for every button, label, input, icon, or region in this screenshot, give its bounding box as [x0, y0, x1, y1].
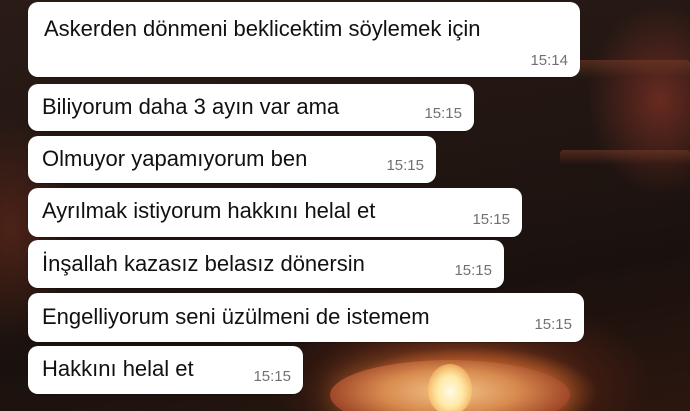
message-text: Engelliyorum seni üzülmeni de istemem	[42, 304, 430, 329]
message-text: Askerden dönmeni beklicektim söylemek iç…	[44, 16, 481, 41]
message-timestamp: 15:15	[534, 316, 572, 333]
message-timestamp: 15:15	[424, 105, 462, 122]
message-timestamp: 15:14	[530, 52, 568, 69]
message-bubble[interactable]: İnşallah kazasız belasız dönersin 15:15	[28, 240, 504, 288]
message-bubble[interactable]: Askerden dönmeni beklicektim söylemek iç…	[28, 2, 580, 77]
message-timestamp: 15:15	[253, 368, 291, 385]
message-bubble[interactable]: Biliyorum daha 3 ayın var ama 15:15	[28, 84, 474, 131]
message-bubble[interactable]: Ayrılmak istiyorum hakkını helal et 15:1…	[28, 188, 522, 237]
wallpaper-candle-flame	[428, 364, 472, 411]
message-timestamp: 15:15	[454, 262, 492, 279]
wallpaper-shelf	[560, 150, 690, 164]
message-bubble[interactable]: Hakkını helal et 15:15	[28, 346, 303, 394]
message-text: Biliyorum daha 3 ayın var ama	[42, 94, 340, 119]
message-text: Hakkını helal et	[42, 356, 194, 381]
message-text: İnşallah kazasız belasız dönersin	[42, 251, 365, 276]
message-bubble[interactable]: Engelliyorum seni üzülmeni de istemem 15…	[28, 293, 584, 342]
message-text: Olmuyor yapamıyorum ben	[42, 146, 308, 171]
message-timestamp: 15:15	[386, 157, 424, 174]
message-bubble[interactable]: Olmuyor yapamıyorum ben 15:15	[28, 136, 436, 183]
message-text: Ayrılmak istiyorum hakkını helal et	[42, 198, 376, 223]
message-timestamp: 15:15	[472, 211, 510, 228]
